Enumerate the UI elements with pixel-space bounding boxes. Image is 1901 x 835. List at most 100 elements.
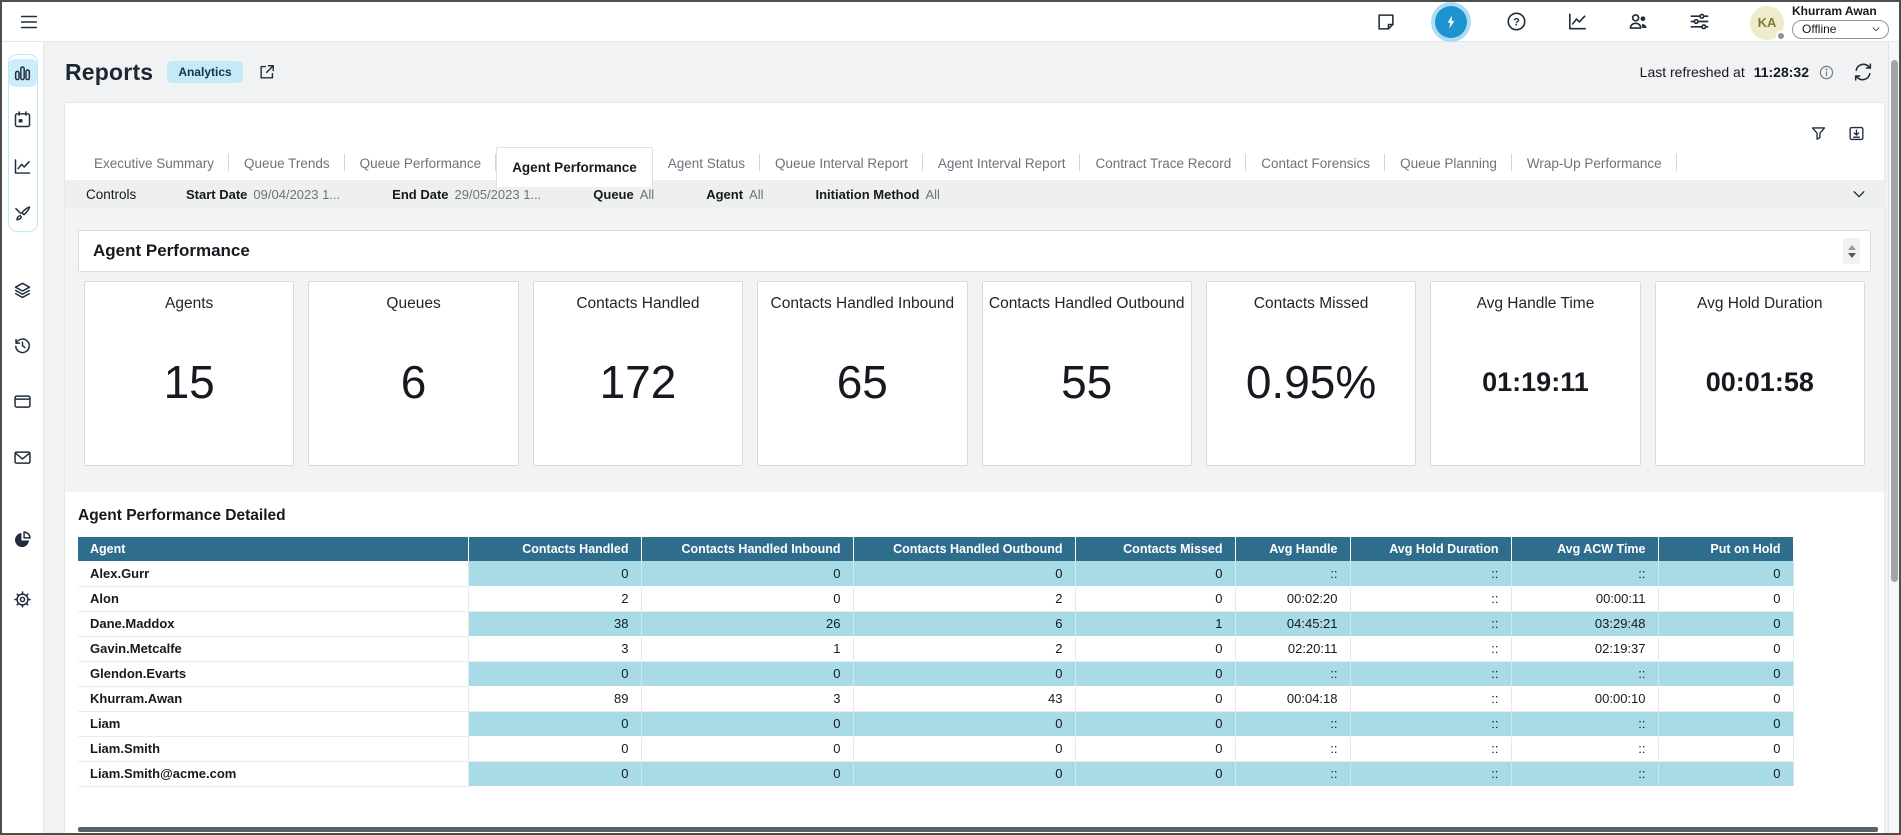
filter-agent[interactable]: Agent All	[706, 187, 763, 202]
tab-executive-summary[interactable]: Executive Summary	[79, 147, 229, 180]
kpi-card-contacts-handled-outbound: Contacts Handled Outbound 55	[982, 281, 1192, 466]
filter-value: All	[749, 187, 763, 202]
horizontal-scrollbar[interactable]	[78, 827, 1878, 832]
detail-table-title: Agent Performance Detailed	[78, 507, 1871, 525]
column-header-contacts-handled[interactable]: Contacts Handled	[468, 537, 641, 561]
filter-funnel-icon[interactable]	[1808, 123, 1828, 143]
sidebar-envelope-icon[interactable]	[9, 443, 37, 471]
analytics-badge: Analytics	[167, 61, 242, 83]
column-header-put-on-hold[interactable]: Put on Hold	[1658, 537, 1793, 561]
metric-cell: 0	[1075, 661, 1235, 686]
metric-cell: 0	[853, 661, 1075, 686]
sidebar-bar-chart-icon[interactable]	[9, 59, 37, 87]
metric-cell: 0	[1658, 561, 1793, 586]
filter-queue[interactable]: QueueAll	[593, 187, 654, 202]
metric-cell: 0	[1075, 561, 1235, 586]
agent-name-cell: Glendon.Evarts	[78, 661, 468, 686]
metric-cell: 0	[853, 561, 1075, 586]
last-refreshed-label: Last refreshed at	[1640, 64, 1745, 80]
metric-cell: ::	[1350, 711, 1511, 736]
sidebar-line-chart-icon[interactable]	[9, 152, 37, 180]
tab-contract-trace-record[interactable]: Contract Trace Record	[1080, 147, 1246, 180]
sidebar-history-icon[interactable]	[9, 331, 37, 359]
settings-sliders-icon[interactable]	[1687, 10, 1711, 34]
kpi-label: Contacts Handled Outbound	[989, 295, 1185, 313]
column-header-contacts-handled-outbound[interactable]: Contacts Handled Outbound	[853, 537, 1075, 561]
agent-performance-table: AgentContacts HandledContacts Handled In…	[78, 537, 1794, 787]
controls-expand-chevron-icon[interactable]	[1850, 185, 1868, 203]
kpi-value: 55	[1061, 355, 1112, 409]
metric-cell: ::	[1511, 561, 1658, 586]
kpi-card-contacts-missed: Contacts Missed0.95%	[1206, 281, 1416, 466]
external-link-icon[interactable]	[257, 62, 277, 82]
column-header-avg-handle[interactable]: Avg Handle	[1235, 537, 1350, 561]
status-select[interactable]: Offline	[1792, 20, 1889, 39]
status-dot	[1776, 31, 1786, 41]
kpi-label: Contacts Missed	[1254, 295, 1369, 313]
column-header-contacts-missed[interactable]: Contacts Missed	[1075, 537, 1235, 561]
filter-start-date[interactable]: Start Date09/04/2023 1...	[186, 187, 340, 202]
page-title: Reports	[65, 59, 153, 86]
metrics-icon[interactable]	[1565, 10, 1589, 34]
section-collapse-spinner[interactable]	[1843, 238, 1860, 264]
tab-contact-forensics[interactable]: Contact Forensics	[1246, 147, 1385, 180]
filter-label: Initiation Method	[815, 187, 919, 202]
metric-cell: 03:29:48	[1511, 611, 1658, 636]
tab-agent-interval-report[interactable]: Agent Interval Report	[923, 147, 1081, 180]
topbar-actions: ? KA Khurram Awan Offline	[1374, 4, 1889, 40]
avatar[interactable]: KA	[1750, 6, 1784, 40]
filter-value: 09/04/2023 1...	[253, 187, 340, 202]
metric-cell: 0	[1658, 736, 1793, 761]
sidebar-pie-chart-icon[interactable]	[9, 525, 37, 553]
kpi-card-contacts-handled: Contacts Handled172	[533, 281, 743, 466]
column-header-contacts-handled-inbound[interactable]: Contacts Handled Inbound	[641, 537, 853, 561]
page-header: Reports Analytics Last refreshed at 11:2…	[44, 42, 1888, 102]
kpi-value: 15	[164, 355, 215, 409]
tab-queue-performance[interactable]: Queue Performance	[345, 147, 497, 180]
table-row: Glendon.Evarts0000::::::0	[78, 661, 1793, 686]
column-header-avg-acw-time[interactable]: Avg ACW Time	[1511, 537, 1658, 561]
metric-cell: ::	[1350, 736, 1511, 761]
hamburger-menu-icon[interactable]	[14, 7, 44, 37]
tab-queue-trends[interactable]: Queue Trends	[229, 147, 345, 180]
filter-label: Agent	[706, 187, 743, 202]
sidebar-browser-window-icon[interactable]	[9, 387, 37, 415]
kpi-label: Queues	[386, 295, 440, 313]
metric-cell: 00:02:20	[1235, 586, 1350, 611]
tab-queue-interval-report[interactable]: Queue Interval Report	[760, 147, 923, 180]
filter-end-date[interactable]: End Date29/05/2023 1...	[392, 187, 541, 202]
tab-agent-status[interactable]: Agent Status	[653, 147, 760, 180]
kpi-value: 172	[600, 355, 677, 409]
sidebar-calendar-icon[interactable]	[9, 105, 37, 133]
sidebar-layers-icon[interactable]	[9, 276, 37, 304]
metric-cell: 0	[641, 586, 853, 611]
vertical-scrollbar-thumb[interactable]	[1891, 60, 1898, 582]
sidebar-design-brush-icon[interactable]	[9, 199, 37, 227]
metric-cell: 0	[641, 761, 853, 786]
kpi-card-agents: Agents15	[84, 281, 294, 466]
kpi-card-queues: Queues6	[308, 281, 518, 466]
kpi-card-avg-hold-duration: Avg Hold Duration00:01:58	[1655, 281, 1865, 466]
filter-initiation-method[interactable]: Initiation MethodAll	[815, 187, 939, 202]
info-icon[interactable]	[1818, 64, 1835, 81]
column-header-avg-hold-duration[interactable]: Avg Hold Duration	[1350, 537, 1511, 561]
refresh-icon[interactable]	[1852, 61, 1874, 83]
tab-queue-planning[interactable]: Queue Planning	[1385, 147, 1512, 180]
release-notes-icon[interactable]	[1374, 10, 1398, 34]
help-icon[interactable]: ?	[1504, 10, 1528, 34]
column-header-agent[interactable]: Agent	[78, 537, 468, 561]
card-toolbar	[65, 103, 1884, 147]
tab-agent-performance[interactable]: Agent Performance	[496, 147, 653, 187]
tab-wrap-up-performance[interactable]: Wrap-Up Performance	[1512, 147, 1677, 180]
agent-name-cell: Liam	[78, 711, 468, 736]
metric-cell: ::	[1235, 711, 1350, 736]
metric-cell: 00:04:18	[1235, 686, 1350, 711]
quick-actions-icon[interactable]	[1435, 6, 1467, 38]
download-icon[interactable]	[1846, 123, 1866, 143]
kpi-card-avg-handle-time: Avg Handle Time01:19:11	[1430, 281, 1640, 466]
users-icon[interactable]	[1626, 10, 1650, 34]
metric-cell: ::	[1235, 661, 1350, 686]
agent-name-cell: Alon	[78, 586, 468, 611]
metric-cell: ::	[1350, 761, 1511, 786]
sidebar-gear-icon[interactable]	[9, 585, 37, 613]
